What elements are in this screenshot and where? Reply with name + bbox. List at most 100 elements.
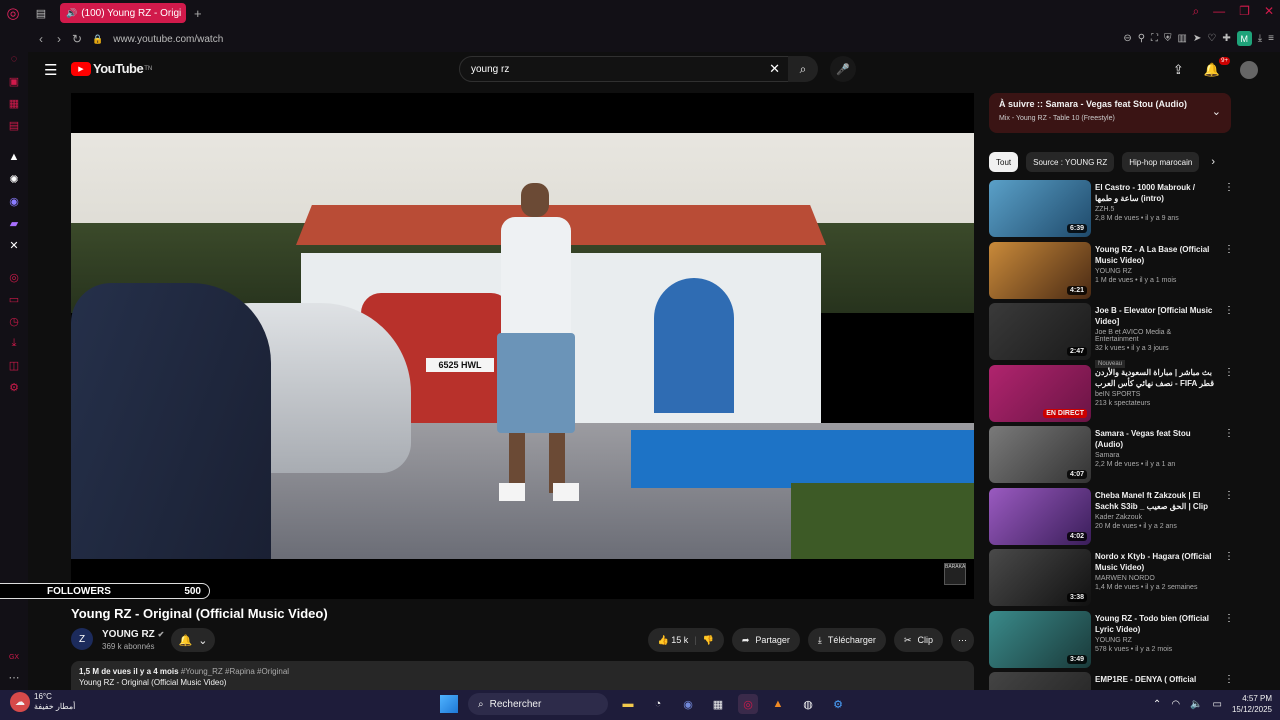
tray-chevron-icon[interactable]: ⌃ <box>1153 699 1161 710</box>
downloads-icon[interactable]: ⤓ <box>1258 33 1262 44</box>
voice-search-button[interactable]: 🎤 <box>830 56 856 82</box>
create-upload-icon[interactable]: ⇪ <box>1173 62 1184 78</box>
speedometer-icon[interactable]: ◔ <box>648 694 668 714</box>
hashtags[interactable]: #Young_RZ #Rapina #Original <box>181 667 289 676</box>
more-vertical-icon[interactable]: ⋮ <box>1224 244 1234 255</box>
send-icon[interactable]: ➤ <box>1193 33 1201 44</box>
file-explorer-icon[interactable]: ▬ <box>618 694 638 714</box>
pin-icon[interactable]: ⚲ <box>1138 33 1145 44</box>
more-vertical-icon[interactable]: ⋮ <box>1224 551 1234 562</box>
recommendation-item[interactable]: 4:02 Cheba Manel ft Zakzouk | El Sachk S3… <box>989 487 1234 550</box>
chip-genre[interactable]: Hip-hop marocain <box>1122 152 1200 172</box>
chip-all[interactable]: Tout <box>989 152 1019 172</box>
more-vertical-icon[interactable]: ⋮ <box>1224 674 1234 685</box>
settings-icon[interactable]: ⚙ <box>7 380 21 394</box>
store-icon[interactable]: ▦ <box>708 694 728 714</box>
new-tab-button[interactable]: + <box>194 6 202 21</box>
search-button[interactable]: ⌕ <box>788 56 818 82</box>
recommendation-thumbnail[interactable] <box>989 672 1091 690</box>
recommendation-thumbnail[interactable]: 4:07 <box>989 426 1091 483</box>
opera-logo-icon[interactable]: ◎ <box>0 0 26 26</box>
twitch-icon[interactable]: ▰ <box>7 216 21 230</box>
subscription-bell-button[interactable]: 🔔 ⌄ <box>171 628 215 652</box>
clock[interactable]: 4:57 PM 15/12/2025 <box>1232 693 1272 715</box>
url-field[interactable]: www.youtube.com/watch <box>113 34 223 45</box>
snapshot-icon[interactable]: ◫ <box>7 358 21 372</box>
menu-icon[interactable]: ≡ <box>1268 33 1274 44</box>
recommendation-channel[interactable]: Joe B et AVICO Media & Entertainment <box>1095 329 1215 343</box>
recommendation-channel[interactable]: Kader Zakzouk <box>1095 514 1215 521</box>
like-button[interactable]: 👍 15 k <box>658 635 689 646</box>
clear-search-icon[interactable]: ✕ <box>769 61 780 77</box>
youtube-logo[interactable]: ▶ YouTube TN <box>71 61 152 76</box>
speaker-icon[interactable]: 🔊 <box>66 8 77 19</box>
opera-gx-taskbar-icon[interactable]: ◎ <box>738 694 758 714</box>
taskbar-search[interactable]: ⌕ Rechercher <box>468 693 608 715</box>
channel-name[interactable]: YOUNG RZ ✔ <box>102 629 164 640</box>
bag-icon[interactable]: ▣ <box>7 74 21 88</box>
more-icon[interactable]: ⋯ <box>7 670 21 684</box>
notifications-button[interactable]: 🔔 9+ <box>1204 57 1230 78</box>
record-icon[interactable]: ◎ <box>7 270 21 284</box>
recommendation-thumbnail[interactable]: 4:21 <box>989 241 1091 299</box>
profile-icon[interactable]: M <box>1236 31 1252 46</box>
recommendation-thumbnail[interactable]: 3:49 <box>989 610 1091 668</box>
history-icon[interactable]: ◷ <box>7 314 21 328</box>
recommendation-channel[interactable]: MARWEN NORDO <box>1095 575 1215 582</box>
more-vertical-icon[interactable]: ⋮ <box>1224 613 1234 624</box>
wallet-icon[interactable]: ▭ <box>7 292 21 306</box>
recommendation-item[interactable]: 4:07 Samara - Vegas feat Stou (Audio) Sama… <box>989 426 1234 488</box>
search-tabs-icon[interactable]: ⌕ <box>1192 4 1199 19</box>
recommendation-item[interactable]: 2:47 Joe B - Elevator [Official Music Vid… <box>989 303 1234 368</box>
recommendation-item[interactable]: EMP1RE - DENYA ( Official ⋮ <box>989 672 1234 690</box>
more-vertical-icon[interactable]: ⋮ <box>1224 182 1234 193</box>
chip-source[interactable]: Source : YOUNG RZ <box>1026 152 1115 172</box>
heart-icon[interactable]: ♡ <box>1207 33 1216 44</box>
video-player[interactable]: 6525 HWL BARAKA <box>71 93 974 599</box>
recommendation-channel[interactable]: YOUNG RZ <box>1095 637 1215 644</box>
volume-icon[interactable]: 🔈 <box>1190 699 1202 710</box>
channel-watermark[interactable]: BARAKA <box>944 563 966 585</box>
hamburger-icon[interactable]: ☰ <box>44 61 57 79</box>
wifi-icon[interactable]: ◠ <box>1171 699 1180 710</box>
screenshot-icon[interactable]: ⛶ <box>1151 33 1158 44</box>
vpn-icon[interactable]: ▥ <box>1178 33 1187 44</box>
ticket-icon[interactable]: ▦ <box>7 96 21 110</box>
recommendation-channel[interactable]: ZZH.5 <box>1095 206 1215 213</box>
more-vertical-icon[interactable]: ⋮ <box>1224 367 1234 378</box>
reload-icon[interactable]: ↻ <box>68 32 86 46</box>
recommendation-item[interactable]: 6:39 El Castro - 1000 Mabrouk / ساعة و طم… <box>989 180 1234 242</box>
more-vertical-icon[interactable]: ⋮ <box>1224 490 1234 501</box>
account-avatar[interactable] <box>1240 61 1258 79</box>
aria-icon[interactable]: ◌ <box>7 52 21 66</box>
recommendation-channel[interactable]: YOUNG RZ <box>1095 268 1215 275</box>
maximize-icon[interactable]: ❐ <box>1239 4 1250 19</box>
app-a-icon[interactable]: ▲ <box>7 150 21 164</box>
discord-taskbar-icon[interactable]: ◉ <box>678 694 698 714</box>
share-button[interactable]: ➦ Partager <box>731 628 800 652</box>
minimize-icon[interactable]: — <box>1213 4 1225 19</box>
shield-icon[interactable]: ⛨ <box>1164 33 1172 44</box>
recommendation-thumbnail[interactable]: 4:02 <box>989 487 1091 545</box>
gx-icon[interactable]: GX <box>7 650 21 664</box>
chrome-icon[interactable]: ◍ <box>798 694 818 714</box>
puzzle-icon[interactable]: ✚ <box>1222 33 1230 44</box>
recommendation-item[interactable]: 3:38 Nordo x Ktyb - Hagara (Official Musi… <box>989 549 1234 611</box>
more-vertical-icon[interactable]: ⋮ <box>1224 428 1234 439</box>
recommendation-thumbnail[interactable]: EN DIRECT <box>989 364 1091 422</box>
recommendation-thumbnail[interactable]: 2:47 <box>989 303 1091 360</box>
news-icon[interactable]: ▤ <box>7 118 21 132</box>
browser-tab[interactable]: 🔊 (100) Young RZ - Origi <box>60 3 186 23</box>
dislike-button[interactable]: 👎 <box>703 635 714 646</box>
recommendation-thumbnail[interactable]: 6:39 <box>989 180 1091 237</box>
video-description[interactable]: 1,5 M de vues il y a 4 mois #Young_RZ #R… <box>71 661 974 690</box>
discord-icon[interactable]: ◉ <box>7 194 21 208</box>
more-actions-button[interactable]: ⋯ <box>951 628 974 652</box>
search-input[interactable] <box>471 63 751 75</box>
channel-avatar[interactable]: Z <box>71 628 93 650</box>
app-gear-taskbar-icon[interactable]: ⚙ <box>828 694 848 714</box>
tab-manager-icon[interactable]: ▤ <box>26 7 56 20</box>
battery-icon[interactable]: ▭ <box>1213 699 1222 710</box>
chatgpt-icon[interactable]: ✺ <box>7 172 21 186</box>
clip-button[interactable]: ✂ Clip <box>893 628 943 652</box>
